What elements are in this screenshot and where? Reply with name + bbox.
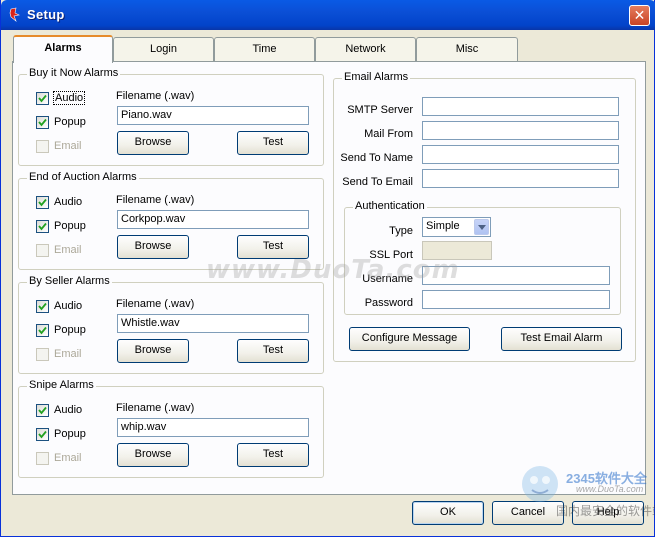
email-alarms-title: Email Alarms bbox=[342, 71, 411, 83]
email-label: Email bbox=[54, 244, 82, 256]
audio-label: Audio bbox=[52, 91, 86, 105]
filename-input[interactable]: whip.wav bbox=[117, 418, 309, 437]
configure-message-button[interactable]: Configure Message bbox=[349, 327, 470, 351]
popup-checkbox[interactable] bbox=[36, 428, 49, 441]
app-icon bbox=[7, 7, 23, 23]
test-button[interactable]: Test bbox=[237, 339, 309, 363]
tab-alarms[interactable]: Alarms bbox=[13, 35, 113, 63]
tab-network[interactable]: Network bbox=[315, 37, 416, 61]
email-checkbox[interactable] bbox=[36, 244, 49, 257]
audio-checkbox[interactable] bbox=[36, 196, 49, 209]
filename-label: Filename (.wav) bbox=[116, 402, 195, 414]
slogan-watermark: 国内最安全的软件站 bbox=[556, 504, 655, 518]
chevron-down-icon[interactable] bbox=[474, 219, 489, 235]
mail-from-input[interactable] bbox=[422, 121, 619, 140]
smtp-server-label: SMTP Server bbox=[347, 104, 413, 116]
alarm-group: Snipe Alarms Audio Popup Email Filename (.wa… bbox=[18, 379, 324, 478]
filename-label: Filename (.wav) bbox=[116, 298, 195, 310]
filename-label: Filename (.wav) bbox=[116, 90, 195, 102]
email-label: Email bbox=[54, 348, 82, 360]
close-icon: ✕ bbox=[633, 7, 646, 23]
window-title: Setup bbox=[27, 7, 65, 22]
tab-login[interactable]: Login bbox=[113, 37, 214, 61]
alarm-group: Buy it Now Alarms Audio Popup Email Filename… bbox=[18, 67, 324, 166]
browse-button[interactable]: Browse bbox=[117, 235, 189, 259]
email-alarms-group: Email Alarms SMTP Server Mail From Send … bbox=[333, 71, 636, 362]
popup-checkbox[interactable] bbox=[36, 324, 49, 337]
alarm-group: By Seller Alarms Audio Popup Email Filename … bbox=[18, 275, 324, 374]
alarm-group-title: Snipe Alarms bbox=[27, 379, 96, 391]
alarm-group-title: End of Auction Alarms bbox=[27, 171, 139, 183]
logo-watermark: 2345软件大全 www.DuoTa.com 国内最安全的软件站 bbox=[516, 458, 655, 518]
send-to-name-label: Send To Name bbox=[340, 152, 413, 164]
audio-checkbox[interactable] bbox=[36, 300, 49, 313]
smtp-server-input[interactable] bbox=[422, 97, 619, 116]
auth-type-select[interactable]: Simple bbox=[422, 217, 491, 237]
brand-site-watermark: www.DuoTa.com bbox=[576, 484, 644, 494]
auth-type-label: Type bbox=[389, 225, 413, 237]
mascot-icon bbox=[522, 466, 558, 502]
tab-misc[interactable]: Misc bbox=[416, 37, 518, 61]
mail-from-label: Mail From bbox=[364, 128, 413, 140]
send-to-email-label: Send To Email bbox=[342, 176, 413, 188]
popup-checkbox[interactable] bbox=[36, 220, 49, 233]
tab-time[interactable]: Time bbox=[214, 37, 315, 61]
alarm-group-title: By Seller Alarms bbox=[27, 275, 112, 287]
password-label: Password bbox=[364, 297, 413, 309]
popup-checkbox[interactable] bbox=[36, 116, 49, 129]
filename-input[interactable]: Corkpop.wav bbox=[117, 210, 309, 229]
setup-dialog: Setup ✕ Alarms Login Time Network Misc B… bbox=[0, 0, 655, 537]
duota-watermark: www.DuoTa.com bbox=[206, 255, 460, 285]
audio-label: Audio bbox=[54, 404, 83, 416]
audio-label: Audio bbox=[54, 300, 83, 312]
send-to-name-input[interactable] bbox=[422, 145, 619, 164]
title-bar[interactable]: Setup ✕ bbox=[1, 0, 655, 30]
email-checkbox[interactable] bbox=[36, 140, 49, 153]
browse-button[interactable]: Browse bbox=[117, 443, 189, 467]
send-to-email-input[interactable] bbox=[422, 169, 619, 188]
test-button[interactable]: Test bbox=[237, 131, 309, 155]
test-email-alarm-button[interactable]: Test Email Alarm bbox=[501, 327, 622, 351]
popup-label: Popup bbox=[54, 324, 86, 336]
auth-type-value: Simple bbox=[426, 220, 460, 232]
close-button[interactable]: ✕ bbox=[629, 5, 650, 26]
email-checkbox[interactable] bbox=[36, 452, 49, 465]
browse-button[interactable]: Browse bbox=[117, 339, 189, 363]
popup-label: Popup bbox=[54, 220, 86, 232]
audio-checkbox[interactable] bbox=[36, 404, 49, 417]
popup-label: Popup bbox=[54, 116, 86, 128]
email-label: Email bbox=[54, 452, 82, 464]
filename-input[interactable]: Piano.wav bbox=[117, 106, 309, 125]
password-input[interactable] bbox=[422, 290, 610, 309]
filename-label: Filename (.wav) bbox=[116, 194, 195, 206]
email-label: Email bbox=[54, 140, 82, 152]
audio-label: Audio bbox=[54, 196, 83, 208]
browse-button[interactable]: Browse bbox=[117, 131, 189, 155]
email-checkbox[interactable] bbox=[36, 348, 49, 361]
ok-button[interactable]: OK bbox=[412, 501, 484, 525]
audio-checkbox[interactable] bbox=[36, 92, 49, 105]
popup-label: Popup bbox=[54, 428, 86, 440]
alarm-group-title: Buy it Now Alarms bbox=[27, 67, 121, 79]
authentication-title: Authentication bbox=[353, 200, 427, 212]
filename-input[interactable]: Whistle.wav bbox=[117, 314, 309, 333]
test-button[interactable]: Test bbox=[237, 443, 309, 467]
